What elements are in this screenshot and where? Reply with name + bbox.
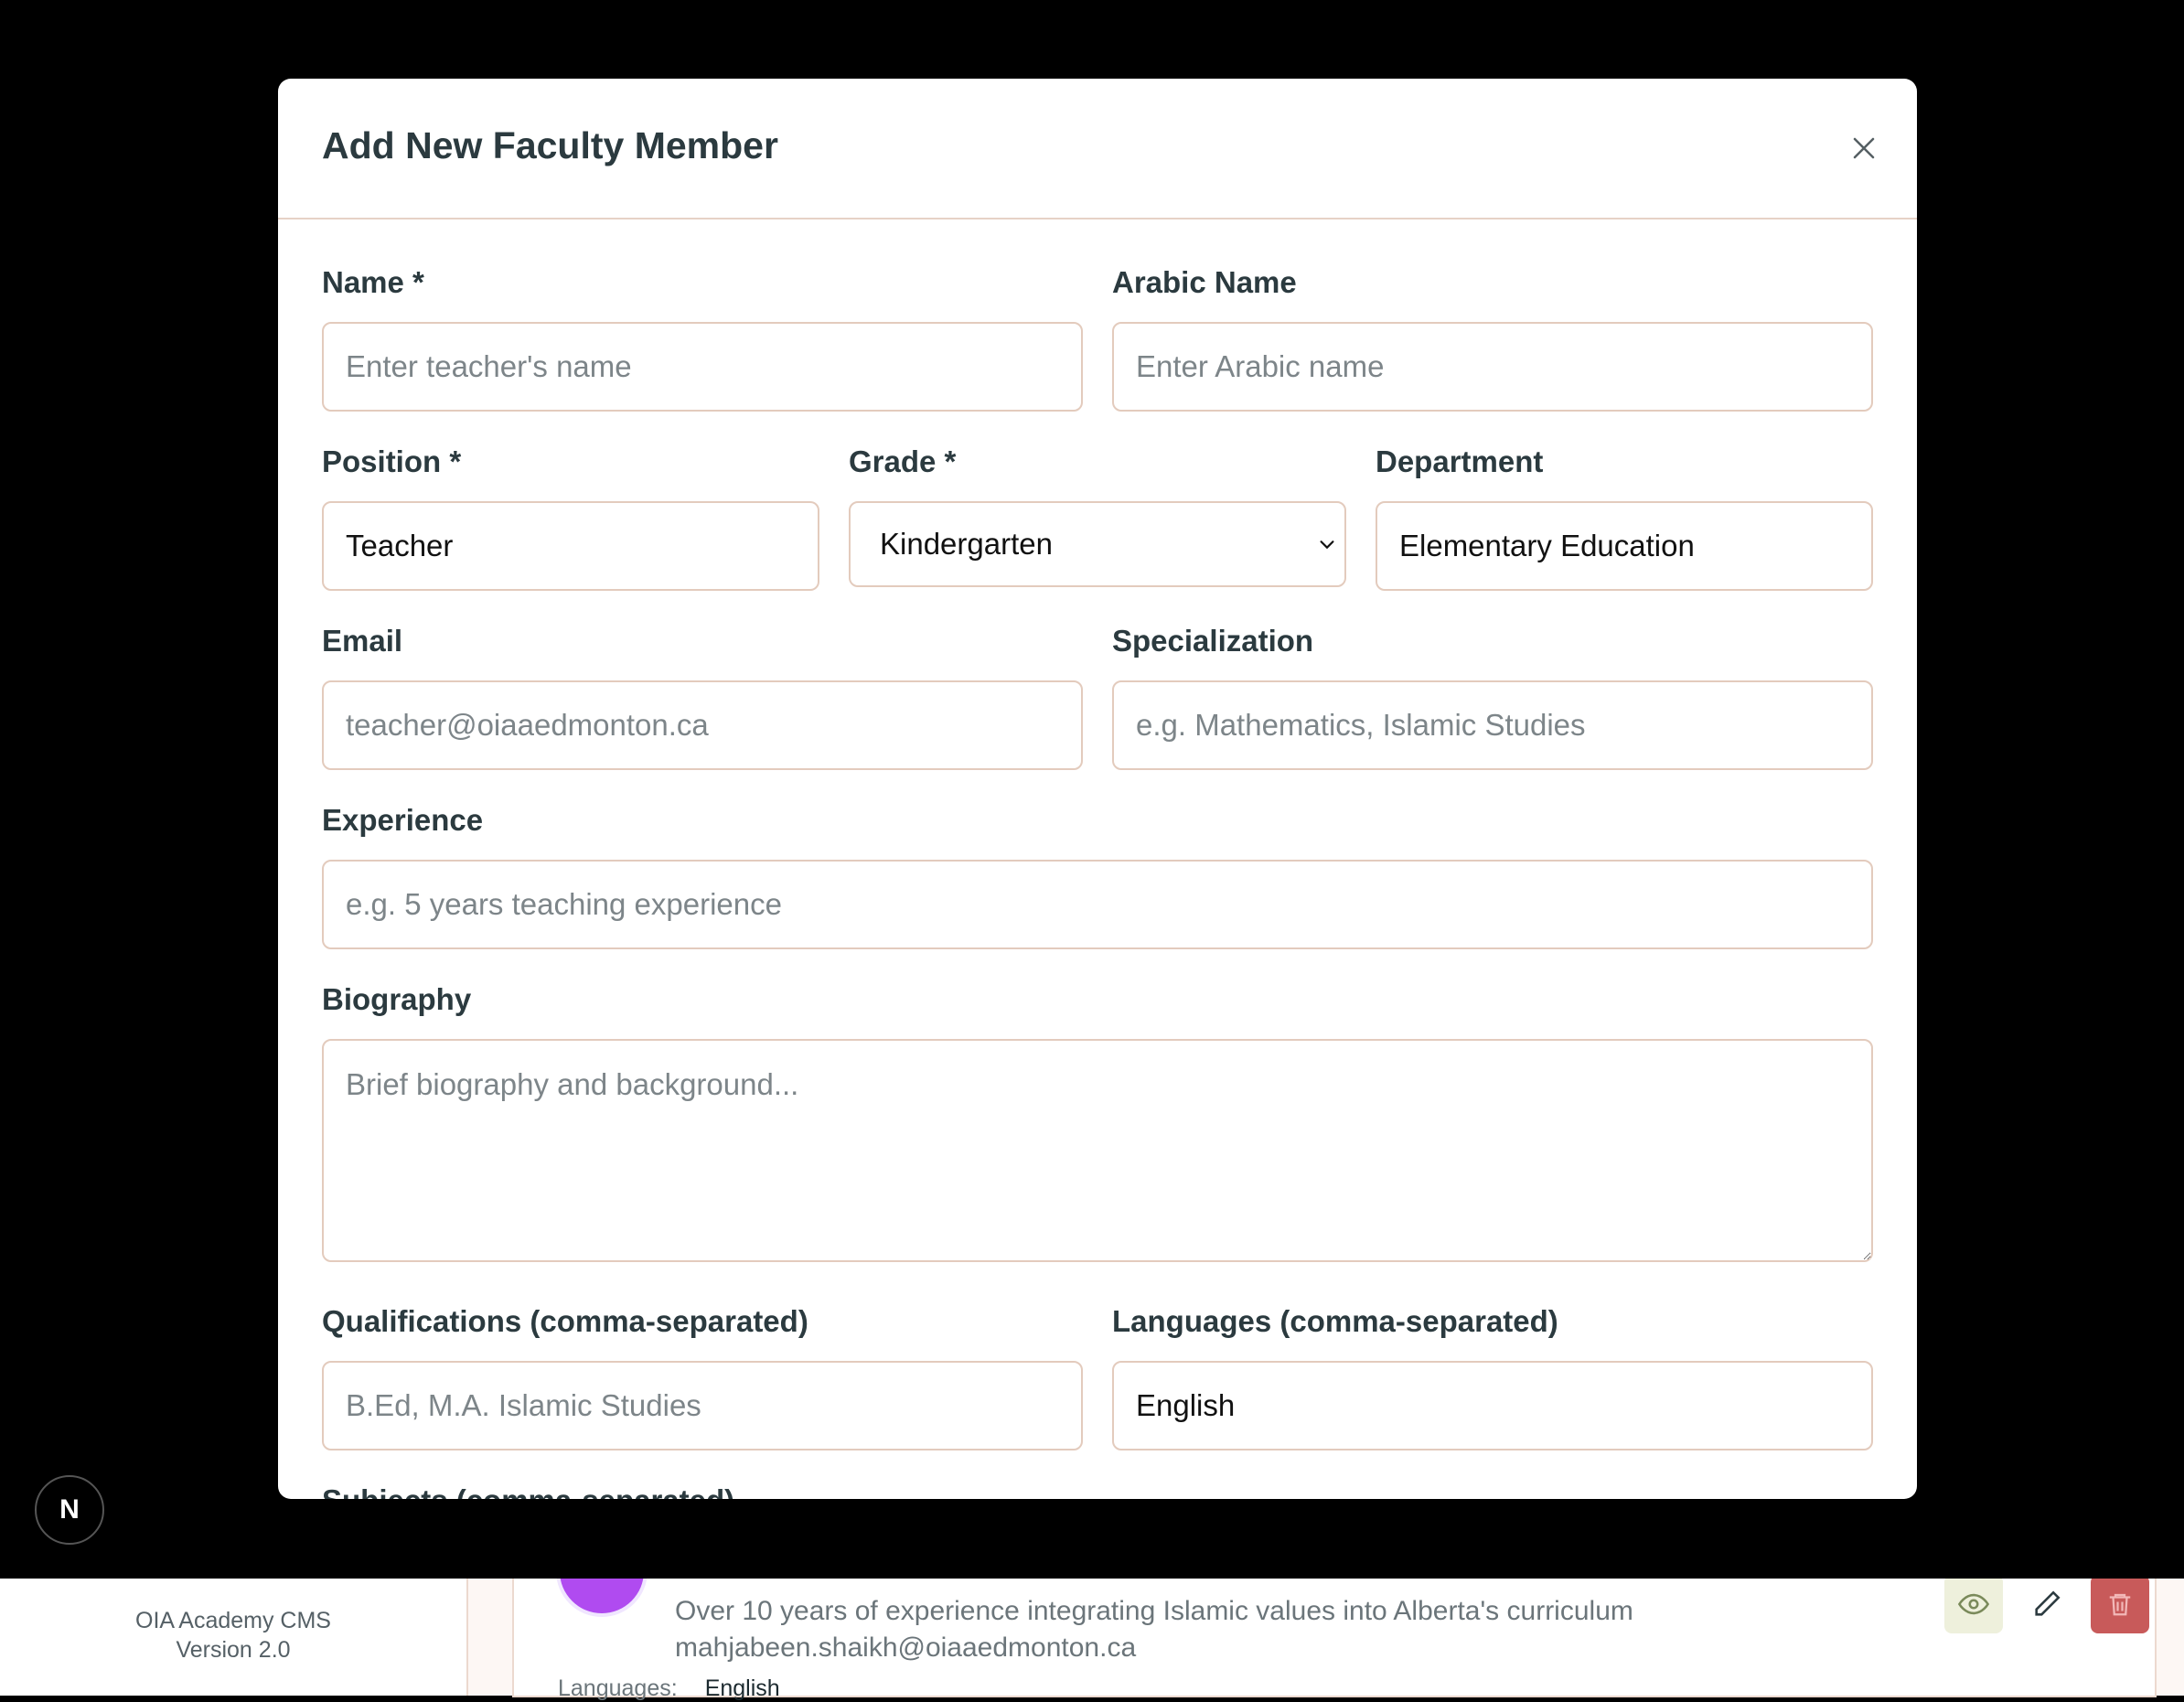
- faculty-details: Over 10 years of experience integrating …: [675, 1593, 1633, 1666]
- grade-label: Grade *: [849, 444, 957, 478]
- delete-button[interactable]: [2091, 1575, 2149, 1633]
- next-badge-letter: N: [59, 1494, 80, 1525]
- experience-label: Experience: [322, 803, 484, 837]
- add-faculty-modal: Add New Faculty Member Name * Arabic Nam…: [278, 79, 1917, 1499]
- languages-label-field: Languages (comma-separated): [1112, 1304, 1558, 1338]
- name-label: Name *: [322, 265, 424, 299]
- name-field[interactable]: [322, 322, 1083, 412]
- grade-select[interactable]: Kindergarten: [849, 501, 1346, 587]
- trash-icon: [2109, 1593, 2131, 1616]
- close-icon: [1853, 137, 1875, 159]
- position-field[interactable]: [322, 501, 819, 591]
- modal-title: Add New Faculty Member: [322, 124, 778, 166]
- app-name: OIA Academy CMS: [135, 1608, 331, 1633]
- qualifications-field[interactable]: [322, 1361, 1083, 1450]
- chevron-down-icon: [1320, 541, 1334, 550]
- department-label: Department: [1376, 444, 1544, 478]
- department-field[interactable]: [1376, 501, 1873, 591]
- main-content: Over 10 years of experience integrating …: [468, 1529, 2184, 1701]
- arabic-name-field[interactable]: [1112, 322, 1873, 412]
- email-label: Email: [322, 624, 403, 658]
- faculty-card: Over 10 years of experience integrating …: [512, 1529, 2157, 1701]
- eye-icon: [1958, 1593, 1989, 1615]
- pencil-icon: [2035, 1590, 2061, 1616]
- languages-value: English: [704, 1675, 780, 1701]
- close-button[interactable]: [1842, 126, 1886, 170]
- grade-selected-value: Kindergarten: [880, 527, 1053, 561]
- specialization-field[interactable]: [1112, 680, 1873, 770]
- faculty-languages: Languages: English: [558, 1675, 780, 1702]
- faculty-email: mahjabeen.shaikh@oiaaedmonton.ca: [675, 1632, 1137, 1663]
- position-label: Position *: [322, 444, 462, 478]
- languages-field[interactable]: [1112, 1361, 1873, 1450]
- languages-label: Languages:: [558, 1675, 678, 1701]
- subjects-label: Subjects (comma-separated): [322, 1483, 734, 1499]
- app-version: Version 2.0: [176, 1637, 291, 1663]
- experience-field[interactable]: [322, 860, 1873, 949]
- edit-button[interactable]: [2018, 1575, 2076, 1633]
- sidebar: OIA Academy CMS Version 2.0: [0, 1579, 468, 1696]
- background-app: OIA Academy CMS Version 2.0 Over 10 year…: [0, 1529, 2184, 1701]
- modal-header: Add New Faculty Member: [278, 79, 1917, 219]
- biography-textarea[interactable]: [322, 1039, 1873, 1262]
- biography-label: Biography: [322, 982, 472, 1016]
- qualifications-label: Qualifications (comma-separated): [322, 1304, 808, 1338]
- arabic-name-label: Arabic Name: [1112, 265, 1297, 299]
- faculty-description: Over 10 years of experience integrating …: [675, 1596, 1633, 1626]
- sidebar-footer: OIA Academy CMS Version 2.0: [0, 1606, 466, 1665]
- nextjs-badge-icon[interactable]: N: [35, 1475, 104, 1545]
- email-field[interactable]: [322, 680, 1083, 770]
- specialization-label: Specialization: [1112, 624, 1314, 658]
- view-button[interactable]: [1944, 1575, 2003, 1633]
